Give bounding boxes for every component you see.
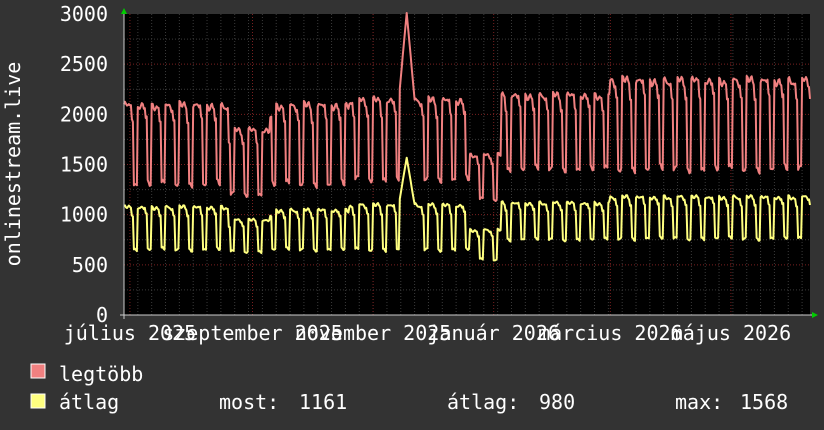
y-tick-label: 2500 bbox=[60, 52, 108, 76]
y-tick-labels: 050010001500200025003000 bbox=[60, 2, 108, 327]
x-tick-label: május 2026 bbox=[671, 321, 791, 345]
stat-max-value: 1568 bbox=[740, 390, 788, 414]
stat-max-label: max: bbox=[675, 390, 723, 414]
x-tick-label: március 2026 bbox=[538, 321, 683, 345]
x-axis-arrow bbox=[812, 312, 818, 318]
stat-atlag-value: 980 bbox=[539, 390, 575, 414]
x-tick-labels: július 2025szeptember 2025november 2025j… bbox=[64, 321, 791, 345]
y-tick-label: 2000 bbox=[60, 102, 108, 126]
legend-label-legtobb: legtöbb bbox=[59, 362, 143, 386]
stat-most-value: 1161 bbox=[299, 390, 347, 414]
legend-swatch-legtobb bbox=[30, 363, 46, 379]
y-tick-label: 1500 bbox=[60, 153, 108, 177]
y-axis-label: onlinestream.live bbox=[1, 62, 25, 267]
legend-label-atlag: átlag bbox=[59, 390, 119, 414]
legend: legtöbb átlag most: 1161 átlag: 980 max:… bbox=[30, 362, 788, 414]
legend-swatch-atlag bbox=[30, 393, 46, 409]
chart: 050010001500200025003000 július 2025szep… bbox=[1, 2, 818, 414]
y-tick-label: 1000 bbox=[60, 203, 108, 227]
stat-most-label: most: bbox=[219, 390, 279, 414]
y-tick-label: 3000 bbox=[60, 2, 108, 26]
y-axis-arrow bbox=[121, 8, 127, 14]
y-tick-label: 500 bbox=[72, 253, 108, 277]
stat-atlag-label: átlag: bbox=[447, 390, 519, 414]
